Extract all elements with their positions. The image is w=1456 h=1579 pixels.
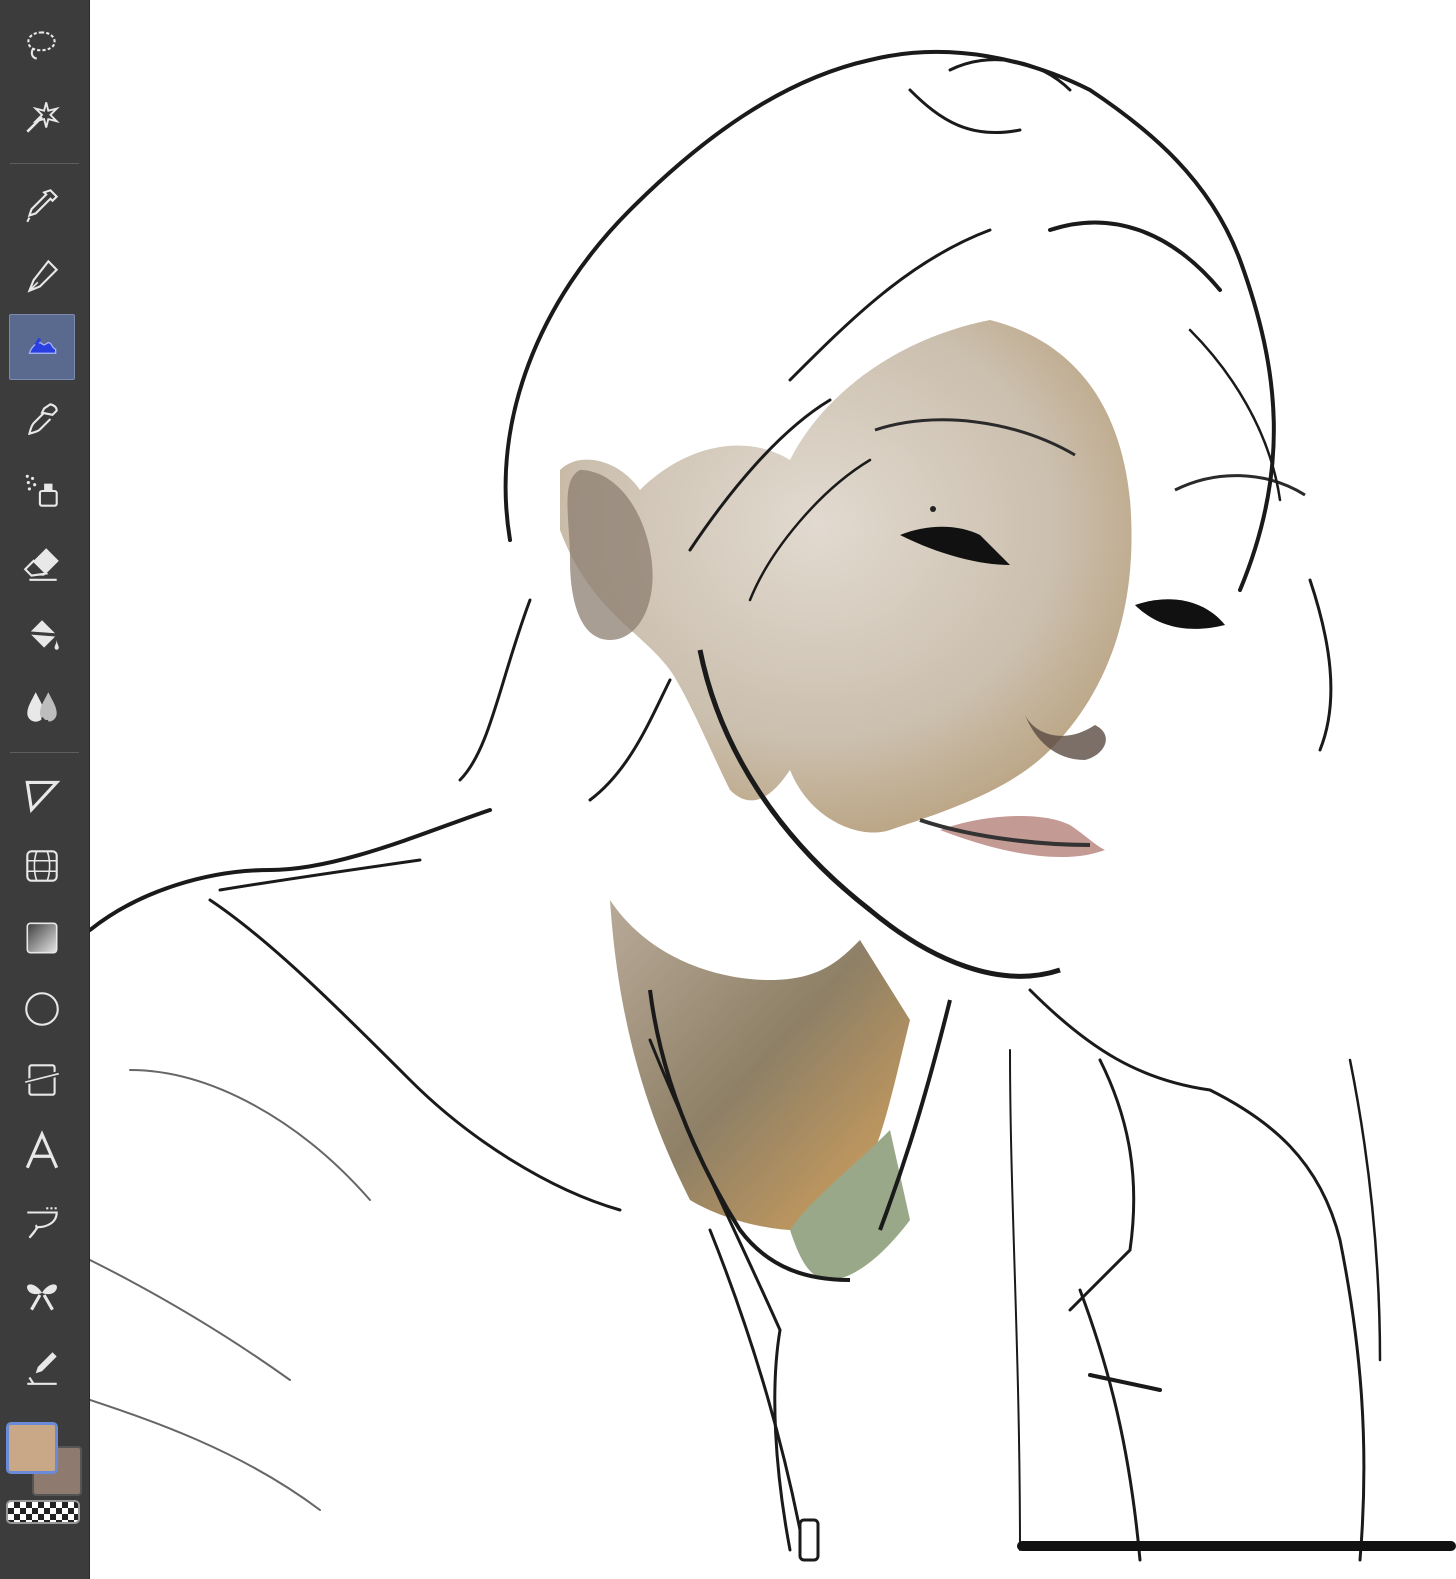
blend-drops-icon	[27, 692, 57, 723]
speech-balloon-icon	[27, 1207, 58, 1239]
magic-wand-tool[interactable]	[9, 84, 75, 150]
operation-tool[interactable]	[9, 762, 75, 828]
ellipse-icon	[25, 992, 59, 1026]
airbrush-icon	[25, 474, 58, 507]
text-icon	[25, 1130, 59, 1169]
paint-bucket-icon	[29, 620, 59, 650]
frame-border-tool[interactable]	[9, 1047, 75, 1113]
airbrush-tool[interactable]	[9, 458, 75, 524]
perspective-ruler-tool[interactable]	[9, 833, 75, 899]
toolbar	[0, 0, 90, 1579]
brush-tool[interactable]	[9, 314, 75, 380]
blend-tool[interactable]	[9, 674, 75, 740]
canvas-scrollbar[interactable]	[1017, 1541, 1456, 1551]
eyedropper-tool[interactable]	[9, 172, 75, 238]
object-select-icon	[25, 780, 61, 814]
toolbar-separator	[10, 163, 79, 164]
shape-tool[interactable]	[9, 976, 75, 1042]
text-tool[interactable]	[9, 1118, 75, 1184]
eyedropper-icon	[26, 189, 59, 223]
pencil-icon	[27, 403, 58, 436]
drawing-canvas[interactable]	[90, 0, 1456, 1579]
lasso-tool[interactable]	[9, 12, 75, 78]
frame-border-icon	[24, 1064, 60, 1096]
pen-nib-icon	[27, 259, 59, 293]
fill-tool[interactable]	[9, 602, 75, 668]
watercolor-brush-icon	[28, 337, 57, 354]
decoration-tool[interactable]	[9, 1262, 75, 1328]
lasso-icon	[27, 31, 56, 60]
color-swatches	[0, 1410, 89, 1579]
toolbar-separator	[10, 752, 79, 753]
grid-ruler-icon	[26, 850, 58, 882]
pen-tool[interactable]	[9, 243, 75, 309]
correct-line-tool[interactable]	[9, 1334, 75, 1400]
gradient-icon	[26, 922, 58, 954]
pencil-tool[interactable]	[9, 386, 75, 452]
balloon-tool[interactable]	[9, 1190, 75, 1256]
main-color-swatch[interactable]	[6, 1422, 58, 1474]
eraser-tool[interactable]	[9, 530, 75, 596]
transparent-color-swatch[interactable]	[6, 1500, 80, 1524]
magic-wand-icon	[26, 102, 60, 133]
artwork	[90, 50, 1382, 1562]
ribbon-decoration-icon	[27, 1284, 57, 1311]
correct-line-icon	[27, 1352, 57, 1385]
gradient-tool[interactable]	[9, 905, 75, 971]
eraser-icon	[23, 548, 59, 581]
